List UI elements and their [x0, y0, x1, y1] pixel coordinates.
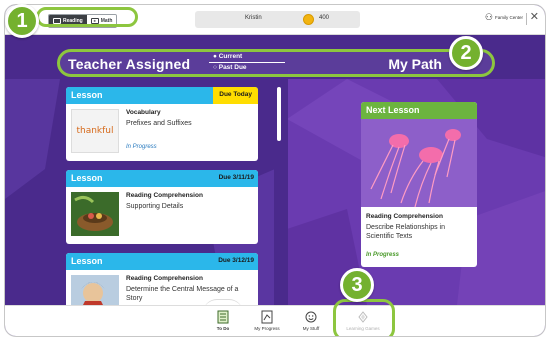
progress-icon — [261, 310, 273, 324]
nav-to-do-label: To Do — [216, 326, 230, 331]
nest-illustration — [71, 192, 119, 236]
lesson-card-header: Lesson Due 3/12/19 — [66, 253, 258, 270]
lesson-kind: Vocabulary — [126, 109, 161, 116]
coin-icon — [303, 14, 314, 25]
learning-games-highlight — [333, 299, 395, 336]
thumbnail-word: thankful — [76, 126, 114, 136]
callout-2-badge: 2 — [449, 36, 483, 70]
next-lesson-header: Next Lesson — [361, 102, 477, 119]
family-center-link[interactable]: ⚇ Family Center — [485, 13, 523, 22]
lesson-type-label: Lesson — [71, 173, 103, 183]
lesson-card[interactable]: Lesson Due Today thankful Vocabulary Pre… — [66, 87, 258, 161]
close-icon[interactable]: ✕ — [530, 12, 539, 23]
past-due-filter[interactable]: ○ Past Due — [213, 64, 247, 71]
jellyfish-illustration — [361, 119, 477, 207]
next-lesson-kind: Reading Comprehension — [366, 213, 443, 220]
list-scrollbar[interactable] — [277, 87, 281, 141]
todo-icon — [217, 310, 229, 324]
due-date: Due 3/11/19 — [218, 174, 254, 181]
next-lesson-label: Next Lesson — [366, 105, 420, 115]
lesson-thumbnail — [71, 192, 119, 236]
app-stage: Reading ± Math Kristin 400 ⚇ Family Cent… — [0, 0, 550, 341]
nav-my-stuff[interactable]: My Stuff — [286, 310, 336, 331]
section-header: Teacher Assigned ● Current ○ Past Due My… — [57, 49, 495, 77]
lesson-kind: Reading Comprehension — [126, 192, 203, 199]
callout-3-badge: 3 — [340, 268, 374, 302]
lesson-kind: Reading Comprehension — [126, 275, 203, 282]
teacher-assigned-title: Teacher Assigned — [68, 56, 191, 72]
family-center-label: Family Center — [494, 15, 523, 20]
jellyfish-image — [361, 119, 477, 207]
lesson-thumbnail: thankful — [71, 109, 119, 153]
nav-my-progress[interactable]: My Progress — [242, 310, 292, 331]
due-date: Due 3/12/19 — [218, 257, 254, 264]
lesson-card[interactable]: Lesson Due 3/11/19 Reading Comprehension… — [66, 170, 258, 244]
coin-count: 400 — [319, 15, 330, 21]
nav-my-stuff-label: My Stuff — [302, 326, 320, 331]
smiley-icon — [305, 311, 317, 323]
bottom-nav: To Do My Progress My Stuff Learning Game… — [5, 305, 545, 336]
family-icon: ⚇ — [484, 12, 493, 22]
lesson-status: In Progress — [126, 144, 157, 150]
lesson-card-header: Lesson Due Today — [66, 87, 258, 104]
user-status-bar: Kristin 400 — [195, 11, 360, 28]
my-path-title: My Path — [388, 56, 442, 72]
divider — [526, 13, 527, 25]
nav-to-do[interactable]: To Do — [198, 310, 248, 331]
subject-switch-highlight — [36, 7, 138, 27]
callout-1-badge: 1 — [5, 4, 39, 38]
lesson-type-label: Lesson — [71, 256, 103, 266]
next-lesson-topic: Describe Relationships in Scientific Tex… — [366, 224, 445, 240]
lesson-topic: Prefixes and Suffixes — [126, 120, 192, 127]
filter-divider — [209, 62, 285, 63]
nav-my-progress-label: My Progress — [254, 326, 280, 331]
lesson-topic: Supporting Details — [126, 203, 184, 210]
next-lesson-card[interactable]: Next Lesson Reading Comprehension Descri… — [361, 102, 477, 267]
due-badge: Due Today — [213, 87, 258, 104]
current-filter[interactable]: ● Current — [213, 53, 242, 60]
next-lesson-status: In Progress — [366, 252, 400, 258]
lesson-type-label: Lesson — [71, 90, 103, 100]
lesson-card-header: Lesson Due 3/11/19 — [66, 170, 258, 187]
user-name: Kristin — [245, 15, 262, 21]
